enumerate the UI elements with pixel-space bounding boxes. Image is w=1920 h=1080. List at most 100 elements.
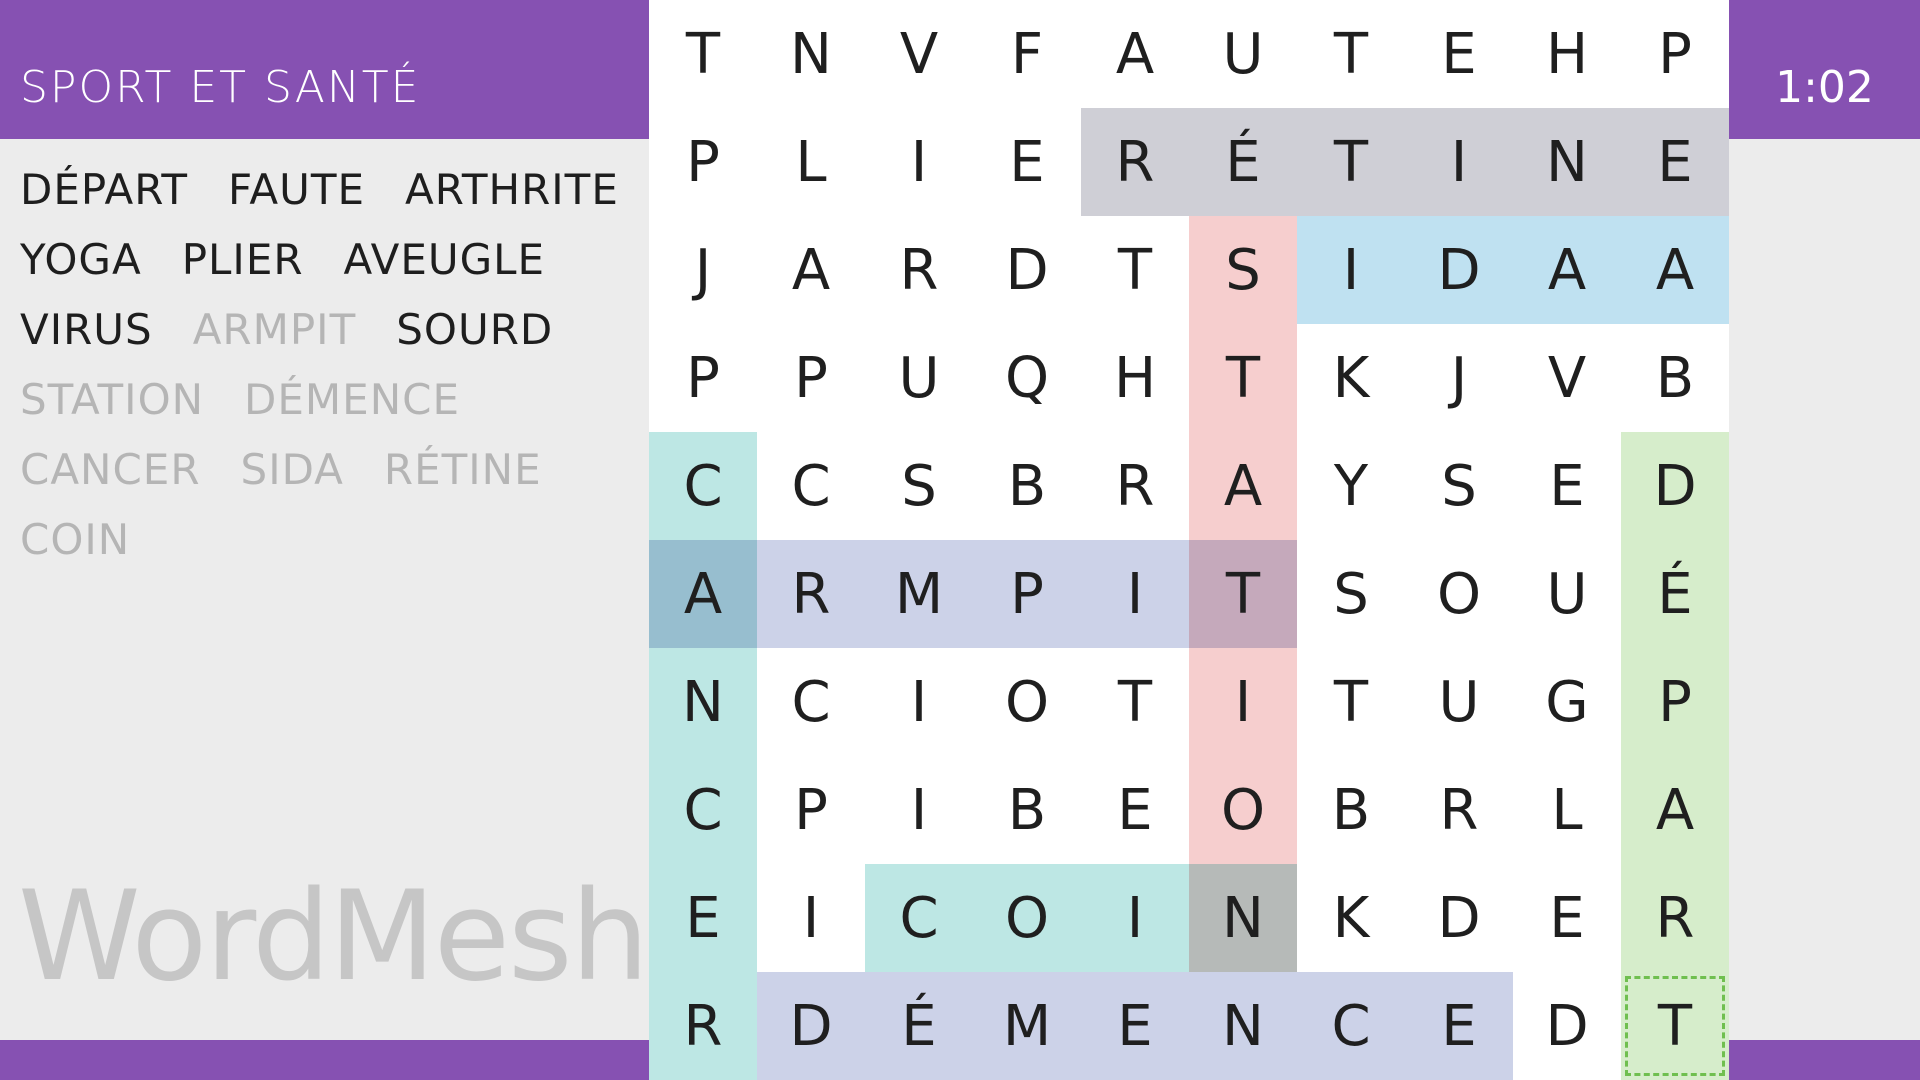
grid-cell[interactable]: T: [1297, 108, 1405, 216]
grid-cell[interactable]: C: [865, 864, 973, 972]
grid-cell[interactable]: S: [865, 432, 973, 540]
grid-cell[interactable]: P: [649, 324, 757, 432]
grid-cell[interactable]: C: [757, 432, 865, 540]
grid-cell[interactable]: D: [1405, 864, 1513, 972]
grid-cell[interactable]: Q: [973, 324, 1081, 432]
grid-cell[interactable]: G: [1513, 648, 1621, 756]
grid-cell[interactable]: R: [1405, 756, 1513, 864]
grid-cell[interactable]: I: [865, 108, 973, 216]
grid-cell[interactable]: N: [1513, 108, 1621, 216]
grid-cell[interactable]: J: [1405, 324, 1513, 432]
grid-cell[interactable]: S: [1297, 540, 1405, 648]
grid-cell[interactable]: E: [1513, 864, 1621, 972]
grid-cell[interactable]: I: [1189, 648, 1297, 756]
grid-cell[interactable]: C: [757, 648, 865, 756]
grid-cell[interactable]: C: [649, 756, 757, 864]
grid-cell[interactable]: É: [865, 972, 973, 1080]
grid-cell[interactable]: T: [1189, 540, 1297, 648]
grid-cell[interactable]: R: [649, 972, 757, 1080]
grid-cell[interactable]: V: [1513, 324, 1621, 432]
grid-cell[interactable]: T: [1081, 648, 1189, 756]
grid-cell[interactable]: A: [1189, 432, 1297, 540]
grid-cell[interactable]: D: [1621, 432, 1729, 540]
grid-cell[interactable]: D: [1513, 972, 1621, 1080]
grid-cell[interactable]: U: [865, 324, 973, 432]
grid-cell[interactable]: D: [1405, 216, 1513, 324]
grid-cell[interactable]: O: [1189, 756, 1297, 864]
grid-cell[interactable]: R: [1621, 864, 1729, 972]
grid-cell[interactable]: M: [973, 972, 1081, 1080]
grid-cell[interactable]: A: [1621, 756, 1729, 864]
grid-cell[interactable]: A: [757, 216, 865, 324]
grid-cell[interactable]: L: [1513, 756, 1621, 864]
grid-cell[interactable]: A: [1621, 216, 1729, 324]
grid-cell[interactable]: T: [1189, 324, 1297, 432]
grid-cell[interactable]: P: [1621, 648, 1729, 756]
grid-cell[interactable]: B: [973, 756, 1081, 864]
grid-cell[interactable]: P: [973, 540, 1081, 648]
grid-cell[interactable]: E: [1513, 432, 1621, 540]
grid-cell[interactable]: M: [865, 540, 973, 648]
grid-cell[interactable]: E: [649, 864, 757, 972]
grid-cell[interactable]: V: [865, 0, 973, 108]
grid-cell[interactable]: I: [1405, 108, 1513, 216]
grid-cell[interactable]: K: [1297, 324, 1405, 432]
grid-cell[interactable]: D: [973, 216, 1081, 324]
grid-cell[interactable]: D: [757, 972, 865, 1080]
grid-cell[interactable]: É: [1621, 540, 1729, 648]
grid-cell[interactable]: I: [865, 648, 973, 756]
letter-grid[interactable]: TNVFAUTEHPPLIERÉTINEJARDTSIDAAPPUQHTKJVB…: [649, 0, 1729, 1080]
grid-cell[interactable]: A: [649, 540, 757, 648]
grid-cell[interactable]: N: [1189, 864, 1297, 972]
grid-cell[interactable]: T: [1297, 0, 1405, 108]
grid-cell[interactable]: N: [649, 648, 757, 756]
grid-cell[interactable]: I: [1081, 540, 1189, 648]
grid-cell[interactable]: R: [1081, 108, 1189, 216]
grid-cell[interactable]: E: [1405, 972, 1513, 1080]
grid-cell[interactable]: U: [1189, 0, 1297, 108]
grid-cell[interactable]: E: [973, 108, 1081, 216]
grid-cell[interactable]: L: [757, 108, 865, 216]
grid-cell[interactable]: S: [1189, 216, 1297, 324]
grid-cell[interactable]: C: [649, 432, 757, 540]
grid-cell[interactable]: O: [973, 864, 1081, 972]
grid-cell[interactable]: B: [1297, 756, 1405, 864]
grid-cell[interactable]: A: [1081, 0, 1189, 108]
grid-cell[interactable]: N: [1189, 972, 1297, 1080]
grid-cell[interactable]: O: [1405, 540, 1513, 648]
grid-cell[interactable]: P: [757, 324, 865, 432]
grid-cell[interactable]: T: [1297, 648, 1405, 756]
grid-cell[interactable]: F: [973, 0, 1081, 108]
grid-cell[interactable]: U: [1405, 648, 1513, 756]
grid-cell[interactable]: R: [757, 540, 865, 648]
grid-cell[interactable]: É: [1189, 108, 1297, 216]
grid-cell[interactable]: P: [757, 756, 865, 864]
puzzle-board[interactable]: TNVFAUTEHPPLIERÉTINEJARDTSIDAAPPUQHTKJVB…: [649, 0, 1729, 1080]
grid-cell[interactable]: Y: [1297, 432, 1405, 540]
grid-cell[interactable]: I: [865, 756, 973, 864]
grid-cell[interactable]: A: [1513, 216, 1621, 324]
grid-cell[interactable]: I: [1297, 216, 1405, 324]
grid-cell[interactable]: E: [1081, 972, 1189, 1080]
grid-cell[interactable]: R: [865, 216, 973, 324]
grid-cell[interactable]: I: [1081, 864, 1189, 972]
grid-cell[interactable]: B: [1621, 324, 1729, 432]
grid-cell[interactable]: H: [1081, 324, 1189, 432]
grid-cell[interactable]: P: [1621, 0, 1729, 108]
grid-cell[interactable]: N: [757, 0, 865, 108]
grid-cell[interactable]: O: [973, 648, 1081, 756]
grid-cell[interactable]: I: [757, 864, 865, 972]
grid-cell[interactable]: J: [649, 216, 757, 324]
grid-cell[interactable]: E: [1081, 756, 1189, 864]
grid-cell[interactable]: H: [1513, 0, 1621, 108]
grid-cell[interactable]: T: [649, 0, 757, 108]
grid-cell[interactable]: K: [1297, 864, 1405, 972]
grid-cell[interactable]: C: [1297, 972, 1405, 1080]
grid-cell[interactable]: E: [1621, 108, 1729, 216]
grid-cell[interactable]: S: [1405, 432, 1513, 540]
grid-cell[interactable]: R: [1081, 432, 1189, 540]
grid-cell[interactable]: B: [973, 432, 1081, 540]
grid-cell[interactable]: E: [1405, 0, 1513, 108]
grid-cell[interactable]: P: [649, 108, 757, 216]
grid-cell[interactable]: U: [1513, 540, 1621, 648]
